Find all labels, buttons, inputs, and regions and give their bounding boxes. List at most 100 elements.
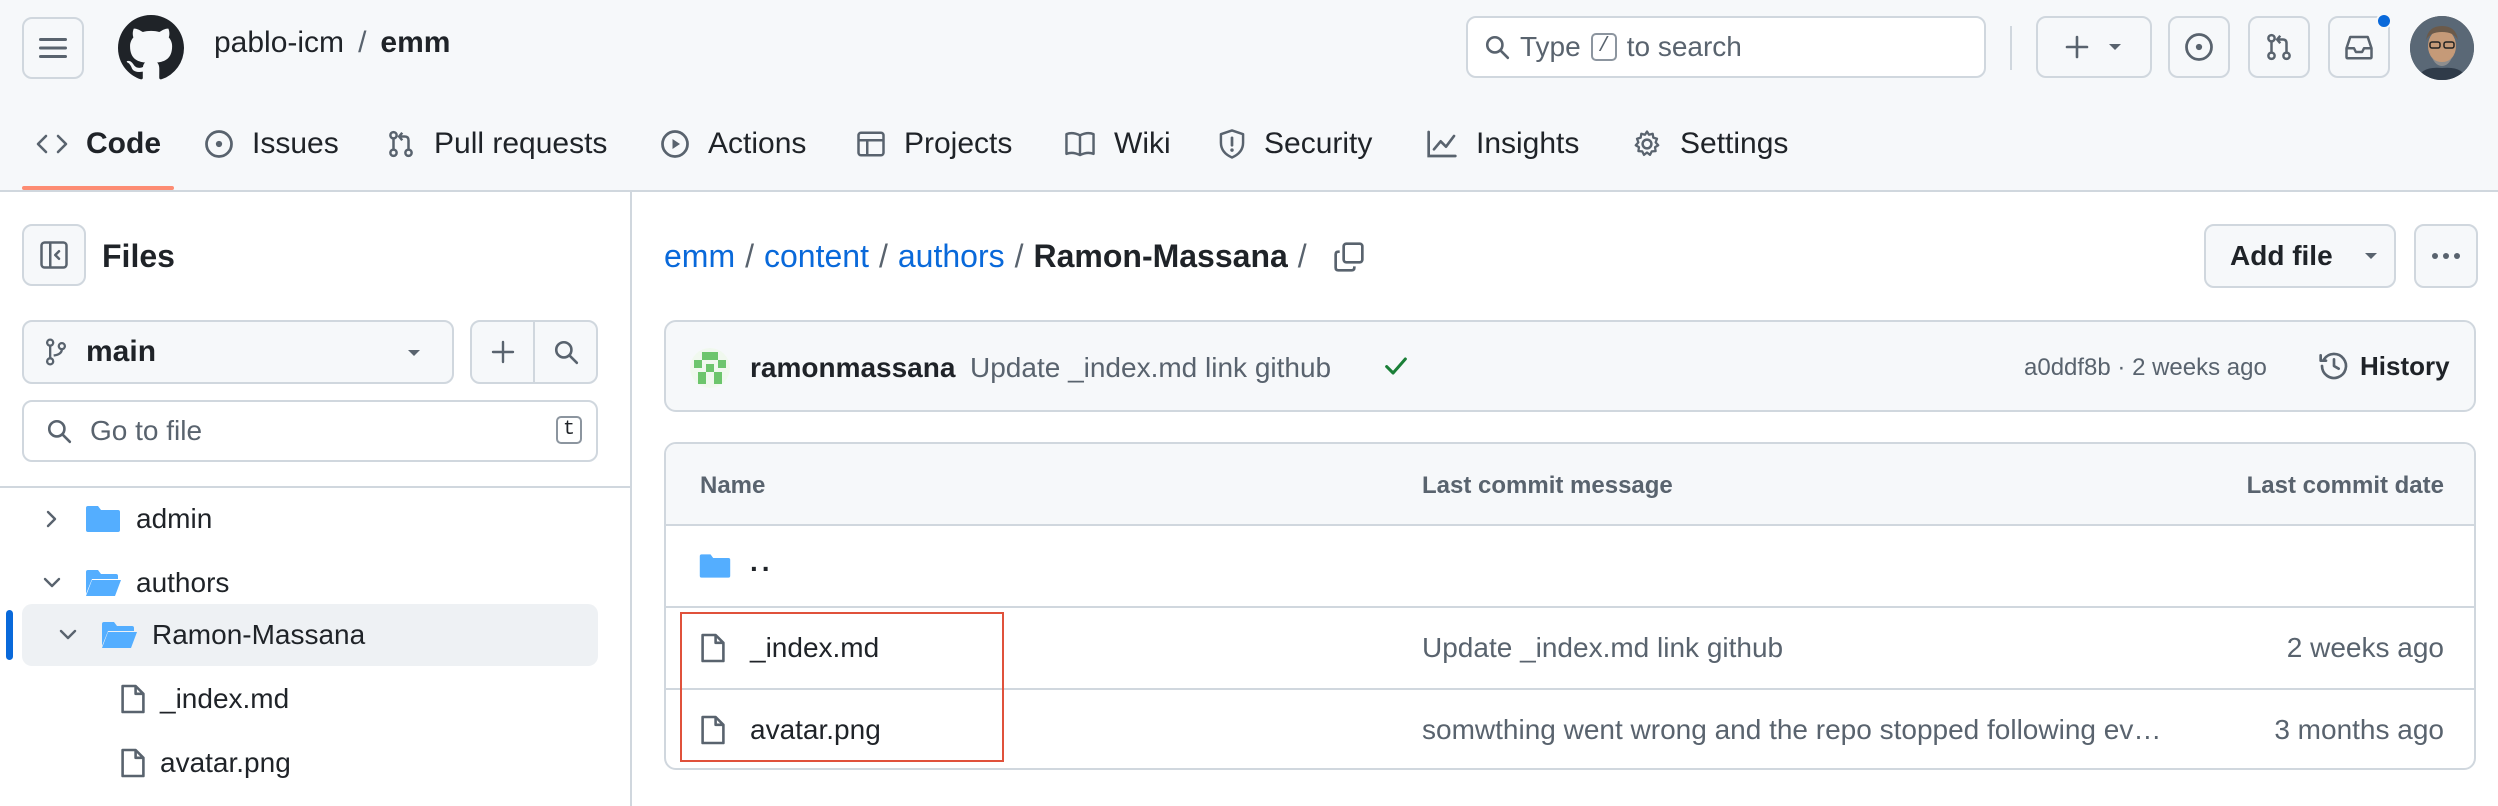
file-commit-date: 2 weeks ago [2286,632,2444,663]
search-icon [47,419,72,444]
tab-wiki[interactable]: Wiki [1064,122,1171,166]
tab-settings[interactable]: Settings [1632,122,1788,166]
path-separator: / [745,238,754,274]
tree-item-label: Ramon-Massana [152,619,366,650]
tree-item-index-md[interactable]: _index.md [22,668,598,730]
collapse-sidebar-button[interactable] [22,224,86,286]
more-options-button[interactable] [2414,224,2478,288]
tree-item-label: admin [136,503,213,534]
tab-code-label: Code [86,127,161,160]
tab-pull-requests[interactable]: Pull requests [386,122,607,166]
user-avatar[interactable] [2410,16,2474,80]
branch-icon [45,338,67,366]
path-link-emm[interactable]: emm [664,238,735,275]
go-to-file-placeholder: Go to file [90,415,203,446]
files-title: Files [102,238,175,274]
file-tree-sidebar: Files main Go to file t admin authors Ra… [0,192,632,806]
hamburger-icon [39,38,67,58]
file-path-breadcrumb: emm / content / authors / Ramon-Massana … [664,238,1365,275]
github-logo-icon[interactable] [118,15,184,81]
history-label: History [2360,350,2450,381]
tab-insights-label: Insights [1476,127,1580,160]
tab-code[interactable]: Code [36,122,161,166]
commit-author-avatar[interactable] [690,348,730,388]
search-input[interactable]: Type / to search [1466,16,1986,78]
issues-button[interactable] [2168,16,2230,78]
path-separator: / [1014,238,1024,274]
file-commit-message[interactable]: somwthing went wrong and the repo stoppe… [1422,714,2192,746]
inbox-icon [2345,35,2373,60]
file-commit-message[interactable]: Update _index.md link github [1422,632,1783,664]
search-shortcut-key: / [1590,33,1617,61]
play-icon [661,130,689,158]
path-link-authors[interactable]: authors [898,238,1005,275]
commit-author[interactable]: ramonmassana [750,352,955,384]
tree-item-ramon-massana[interactable]: Ramon-Massana [22,604,598,666]
code-icon [36,134,68,154]
go-to-file-input[interactable]: Go to file t [22,400,598,462]
menu-button[interactable] [22,17,84,79]
tree-item-avatar-png[interactable]: avatar.png [22,732,598,794]
commit-message[interactable]: Update _index.md link github [970,352,1331,384]
folder-icon [86,506,120,532]
history-button[interactable]: History [2318,350,2450,382]
folder-open-icon [86,570,121,596]
tree-item-label: avatar.png [160,747,291,778]
tab-issues[interactable]: Issues [204,122,339,166]
branch-name: main [86,335,157,368]
search-suffix: to search [1626,31,1742,62]
table-header: Name Last commit message Last commit dat… [666,444,2474,526]
book-icon [1065,131,1095,157]
search-files-button[interactable] [533,322,596,382]
annotation-highlight-box [680,612,1004,762]
selected-indicator [6,610,13,660]
issue-icon [205,130,233,158]
tab-actions-label: Actions [708,127,807,160]
check-icon[interactable] [1382,352,1410,380]
branch-selector[interactable]: main [22,320,454,384]
sidebar-collapse-icon [40,241,68,269]
tab-pull-requests-label: Pull requests [434,127,608,160]
table-row-parent[interactable]: .. [666,526,2474,608]
tab-projects[interactable]: Projects [856,122,1012,166]
sidebar-actions [470,320,598,384]
header-divider [2010,26,2012,70]
chevron-down-icon [43,577,61,588]
parent-directory-link[interactable]: .. [750,546,774,578]
tab-security-label: Security [1264,127,1373,160]
tab-security[interactable]: Security [1218,122,1372,166]
caret-down-icon [2364,253,2377,259]
shield-icon [1219,129,1245,159]
file-icon [121,684,145,714]
tree-item-admin[interactable]: admin [22,488,598,550]
repo-navigation: Code Issues Pull requests Actions Projec… [0,96,2498,192]
pull-request-icon [389,130,413,158]
add-file-sidebar-button[interactable] [472,322,533,382]
column-header-name: Name [700,472,766,499]
search-prefix: Type [1520,31,1581,62]
go-to-file-shortcut: t [556,416,582,444]
plus-icon [491,340,514,364]
tab-projects-label: Projects [904,127,1013,160]
tab-actions[interactable]: Actions [660,122,806,166]
repo-name-link[interactable]: emm [380,26,450,60]
column-header-message: Last commit message [1422,472,1673,499]
commit-sha-time[interactable]: a0ddf8b · 2 weeks ago [2024,354,2267,382]
chevron-down-icon [59,629,77,640]
path-current: Ramon-Massana [1033,238,1288,274]
caret-down-icon [408,350,420,356]
add-file-button[interactable]: Add file [2204,224,2396,288]
tree-item-label: authors [136,567,230,598]
path-link-content[interactable]: content [764,238,869,275]
breadcrumb-separator: / [358,26,367,59]
notification-dot [2376,13,2392,29]
repo-owner-link[interactable]: pablo-icm [214,26,344,60]
history-icon [2319,352,2348,380]
copy-icon[interactable] [1333,241,1365,273]
create-new-button[interactable] [2036,16,2152,78]
pull-requests-button[interactable] [2248,16,2310,78]
path-separator: / [1297,238,1307,274]
tab-settings-label: Settings [1680,127,1789,160]
tab-insights[interactable]: Insights [1426,122,1579,166]
pull-request-icon [2267,33,2291,61]
